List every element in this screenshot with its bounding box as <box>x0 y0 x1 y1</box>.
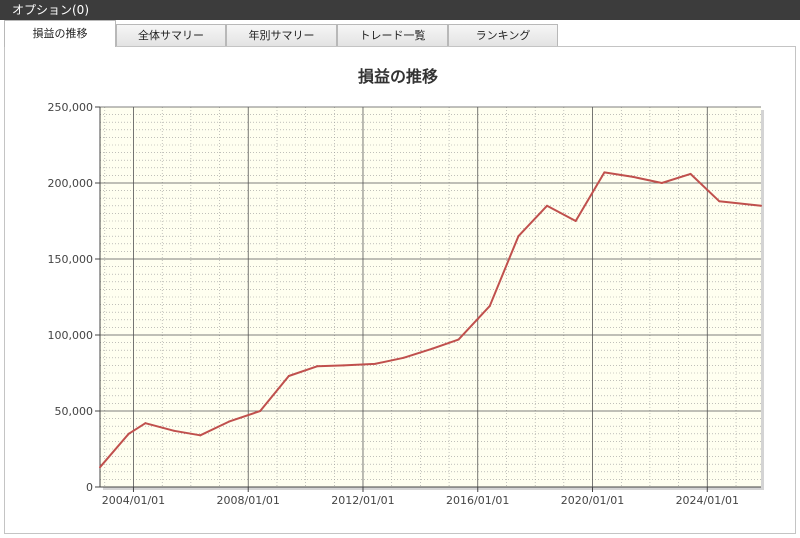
y-tick-label: 250,000 <box>48 101 94 114</box>
tab-trade-list[interactable]: トレード一覧 <box>337 24 448 46</box>
data-point <box>99 466 101 469</box>
data-point <box>173 429 176 432</box>
x-tick-label: 2020/01/01 <box>561 494 624 507</box>
data-point <box>660 182 663 184</box>
y-tick-label: 100,000 <box>48 329 94 342</box>
data-point <box>127 432 130 435</box>
y-tick-label: 0 <box>86 481 93 494</box>
y-tick-label: 150,000 <box>48 253 94 266</box>
data-point <box>402 356 405 359</box>
data-point <box>373 362 376 365</box>
data-point <box>574 220 577 222</box>
data-point <box>488 305 491 308</box>
x-tick-label: 2012/01/01 <box>331 494 394 507</box>
chart-panel: 損益の推移 0 50,000 100,000 150,000 200,000 250,00… <box>4 46 796 534</box>
window-title: オプション(0) <box>12 3 89 17</box>
data-point <box>632 175 635 178</box>
x-tick-label: 2016/01/01 <box>446 494 509 507</box>
data-point <box>287 375 290 378</box>
x-tick-label: 2008/01/01 <box>217 494 280 507</box>
chart-title: 損益の推移 <box>358 67 438 86</box>
tab-overall-summary[interactable]: 全体サマリー <box>116 24 226 46</box>
y-tick-label: 200,000 <box>48 177 94 190</box>
y-tick-label: 50,000 <box>55 405 94 418</box>
data-point <box>760 204 762 207</box>
tab-profit-trend[interactable]: 損益の推移 <box>4 20 116 47</box>
window-title-bar: オプション(0) <box>0 0 800 20</box>
data-point <box>689 172 692 175</box>
data-point <box>316 365 319 368</box>
profit-chart: 損益の推移 0 50,000 100,000 150,000 200,000 250,00… <box>48 67 764 507</box>
data-point <box>517 235 520 238</box>
tab-strip: 損益の推移 全体サマリー 年別サマリー トレード一覧 ランキング <box>0 20 800 47</box>
x-tick-label: 2004/01/01 <box>102 494 165 507</box>
data-point <box>259 410 262 412</box>
data-point <box>546 204 549 207</box>
data-point <box>457 338 460 341</box>
tab-yearly-summary[interactable]: 年別サマリー <box>226 24 337 46</box>
data-point <box>718 200 721 203</box>
data-point <box>431 347 434 350</box>
data-point <box>199 434 202 437</box>
tab-ranking[interactable]: ランキング <box>448 24 558 46</box>
data-point <box>603 171 606 174</box>
data-point <box>342 364 345 367</box>
data-point <box>227 420 230 423</box>
data-point <box>144 422 147 425</box>
x-tick-label: 2024/01/01 <box>676 494 739 507</box>
